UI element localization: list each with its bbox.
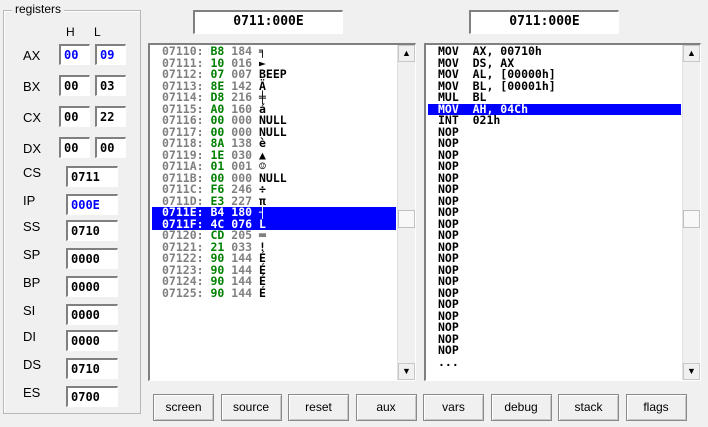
register-bx-low[interactable]: 03 — [95, 75, 126, 96]
disasm-row[interactable]: NOP — [428, 172, 681, 185]
memory-scrollbar[interactable]: ▲ ▼ — [397, 45, 415, 380]
disasm-row[interactable]: NOP — [428, 333, 681, 346]
register-di[interactable]: 0000 — [66, 330, 118, 351]
disasm-row[interactable]: NOP — [428, 344, 681, 357]
disasm-row[interactable]: NOP — [428, 183, 681, 196]
register-label-di: DI — [23, 329, 36, 344]
disasm-row[interactable]: NOP — [428, 310, 681, 323]
disasm-row[interactable]: NOP — [428, 160, 681, 173]
disasm-row[interactable]: NOP — [428, 321, 681, 334]
disasm-row[interactable]: NOP — [428, 218, 681, 231]
register-cx-low[interactable]: 22 — [95, 106, 126, 127]
register-label-si: SI — [23, 303, 36, 318]
register-bp[interactable]: 0000 — [66, 276, 118, 297]
memory-list: 07110: B8 184 ╕ 07111: 10 016 ► 07112: 07 … — [152, 45, 396, 300]
registers-title: registers — [12, 2, 65, 16]
disasm-row[interactable]: ... — [428, 356, 681, 369]
memory-scroll-thumb[interactable] — [398, 210, 415, 228]
disasm-row[interactable]: NOP — [428, 126, 681, 139]
memory-address-box[interactable]: 0711:000E — [193, 10, 343, 34]
source-button[interactable]: source — [220, 394, 282, 421]
disasm-list: MOV AX, 00710h MOV DS, AX MOV AL, [00000h]… — [428, 45, 681, 369]
register-ax-low[interactable]: 09 — [95, 44, 126, 65]
scroll-down-icon[interactable]: ▼ — [398, 363, 415, 380]
col-h-label: H — [66, 25, 75, 39]
aux-button[interactable]: aux — [355, 394, 417, 421]
disasm-row[interactable]: NOP — [428, 241, 681, 254]
register-label-cx: CX — [23, 110, 42, 125]
register-dx-high[interactable]: 00 — [59, 137, 90, 158]
register-bx-high[interactable]: 00 — [59, 75, 90, 96]
disasm-address-box[interactable]: 0711:000E — [469, 10, 619, 34]
disasm-row[interactable]: NOP — [428, 287, 681, 300]
disasm-row[interactable]: INT 021h — [428, 114, 681, 127]
memory-pane[interactable]: 07110: B8 184 ╕ 07111: 10 016 ► 07112: 07 … — [148, 43, 416, 381]
scroll-up-icon[interactable]: ▲ — [683, 45, 700, 62]
debug-button[interactable]: debug — [490, 394, 552, 421]
col-l-label: L — [94, 25, 101, 39]
vars-button[interactable]: vars — [423, 394, 484, 421]
register-ip[interactable]: 000E — [66, 194, 118, 215]
register-label-ds: DS — [23, 357, 42, 372]
register-ds[interactable]: 0710 — [66, 358, 118, 379]
disasm-row[interactable]: NOP — [428, 298, 681, 311]
disasm-row[interactable]: NOP — [428, 206, 681, 219]
reset-button[interactable]: reset — [288, 394, 349, 421]
flags-button[interactable]: flags — [625, 394, 687, 421]
register-dx-low[interactable]: 00 — [95, 137, 126, 158]
register-label-bx: BX — [23, 79, 41, 94]
memory-row[interactable]: 07125: 90 144 É — [152, 287, 396, 300]
disasm-row[interactable]: NOP — [428, 264, 681, 277]
scroll-up-icon[interactable]: ▲ — [398, 45, 415, 62]
register-label-ss: SS — [23, 219, 41, 234]
disasm-row[interactable]: NOP — [428, 149, 681, 162]
disasm-row[interactable]: NOP — [428, 252, 681, 265]
register-si[interactable]: 0000 — [66, 304, 118, 325]
register-label-es: ES — [23, 385, 41, 400]
disasm-scrollbar[interactable]: ▲ ▼ — [682, 45, 700, 380]
register-sp[interactable]: 0000 — [66, 248, 118, 269]
register-label-ip: IP — [23, 193, 36, 208]
stack-button[interactable]: stack — [558, 394, 619, 421]
register-label-ax: AX — [23, 48, 41, 63]
register-ss[interactable]: 0710 — [66, 220, 118, 241]
register-cs[interactable]: 0711 — [66, 166, 118, 187]
register-label-bp: BP — [23, 275, 41, 290]
register-label-cs: CS — [23, 165, 42, 180]
disasm-row[interactable]: NOP — [428, 137, 681, 150]
screen-button[interactable]: screen — [153, 394, 214, 421]
disasm-row[interactable]: NOP — [428, 195, 681, 208]
register-label-sp: SP — [23, 247, 41, 262]
disasm-pane[interactable]: MOV AX, 00710h MOV DS, AX MOV AL, [00000h]… — [424, 43, 701, 381]
disasm-row[interactable]: NOP — [428, 275, 681, 288]
register-cx-high[interactable]: 00 — [59, 106, 90, 127]
register-label-dx: DX — [23, 141, 42, 156]
scroll-down-icon[interactable]: ▼ — [683, 363, 700, 380]
register-ax-high[interactable]: 00 — [59, 44, 90, 65]
disasm-scroll-thumb[interactable] — [683, 210, 700, 228]
register-es[interactable]: 0700 — [66, 386, 118, 407]
disasm-row[interactable]: NOP — [428, 229, 681, 242]
